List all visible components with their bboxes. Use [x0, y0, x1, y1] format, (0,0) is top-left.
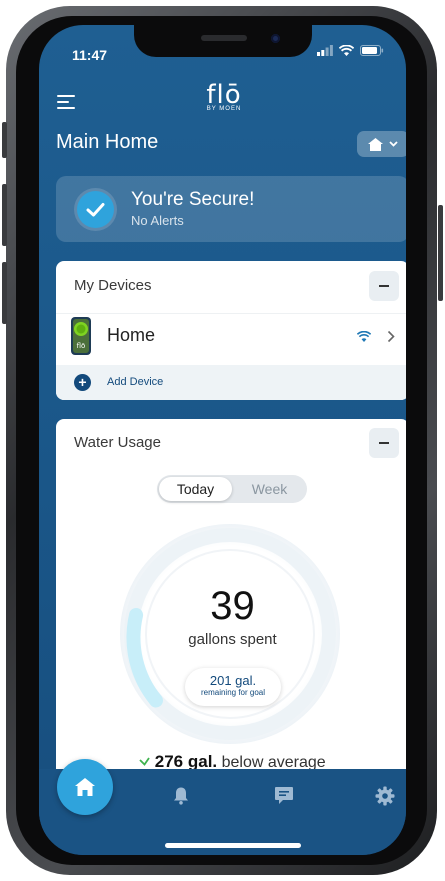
phone-volume-up	[2, 184, 7, 246]
notch	[134, 25, 312, 57]
speaker	[201, 35, 247, 41]
flo-device-icon: flō	[71, 317, 91, 355]
home-title: Main Home	[56, 131, 159, 153]
security-status-card[interactable]: You're Secure! No Alerts	[56, 176, 406, 242]
device-row-home[interactable]: flō Home	[56, 313, 406, 366]
devices-card-title: My Devices	[74, 277, 152, 294]
remaining-label: remaining for goal	[200, 688, 266, 697]
bell-icon	[174, 787, 188, 805]
my-devices-card: My Devices flō Home + Add Device	[56, 261, 406, 400]
menu-icon[interactable]	[57, 95, 75, 109]
collapse-devices-button[interactable]	[369, 271, 399, 301]
period-toggle: Today Week	[157, 475, 307, 503]
flo-logo: flō BY MOEN	[189, 82, 259, 112]
nav-messages-button[interactable]	[269, 781, 299, 811]
home-selector-button[interactable]	[357, 131, 406, 157]
gallons-label: gallons spent	[188, 631, 277, 648]
home-indicator	[165, 843, 301, 848]
nav-alerts-button[interactable]	[166, 781, 196, 811]
message-icon	[275, 787, 293, 804]
nav-settings-button[interactable]	[370, 781, 400, 811]
tab-today-label: Today	[176, 481, 215, 497]
check-icon	[77, 191, 114, 228]
remaining-pill: 201 gal. remaining for goal	[185, 668, 281, 706]
home-icon	[75, 778, 95, 796]
battery-icon	[360, 45, 384, 56]
gallons-value: 39	[210, 584, 255, 628]
secure-title: You're Secure!	[131, 189, 255, 210]
status-time: 11:47	[72, 47, 108, 63]
tab-week[interactable]: Week	[234, 477, 305, 501]
water-card-title: Water Usage	[74, 434, 161, 451]
app-screen: 11:47 flō BY MOEN Main Home You're Secur…	[39, 25, 406, 855]
check-down-icon	[139, 757, 151, 766]
phone-silent-switch	[2, 122, 7, 158]
phone-volume-down	[2, 262, 7, 324]
tab-today[interactable]: Today	[159, 477, 232, 501]
bottom-tab-bar	[39, 759, 406, 855]
add-device-button[interactable]: + Add Device	[56, 365, 406, 400]
house-icon	[368, 137, 383, 151]
remaining-value: 201 gal.	[209, 673, 257, 688]
add-device-label: Add Device	[107, 376, 164, 388]
svg-text:flō: flō	[77, 342, 86, 350]
status-icons	[317, 45, 384, 56]
chevron-down-icon	[389, 141, 398, 147]
tab-week-label: Week	[251, 481, 288, 497]
camera	[271, 34, 280, 43]
cellular-icon	[317, 45, 333, 56]
water-usage-card: Water Usage Today Week 39 gallons spent …	[56, 419, 406, 779]
logo-sub: BY MOEN	[206, 106, 242, 112]
collapse-water-button[interactable]	[369, 428, 399, 458]
chevron-right-icon	[387, 330, 395, 343]
wifi-status-icon	[339, 45, 354, 56]
phone-power-button	[438, 205, 443, 301]
wifi-icon	[357, 331, 371, 342]
nav-home-button[interactable]	[57, 759, 113, 815]
plus-icon: +	[74, 374, 91, 391]
logo-main: flō	[206, 80, 242, 110]
device-name: Home	[107, 325, 156, 345]
gear-icon	[375, 786, 395, 806]
secure-subtitle: No Alerts	[131, 213, 184, 228]
